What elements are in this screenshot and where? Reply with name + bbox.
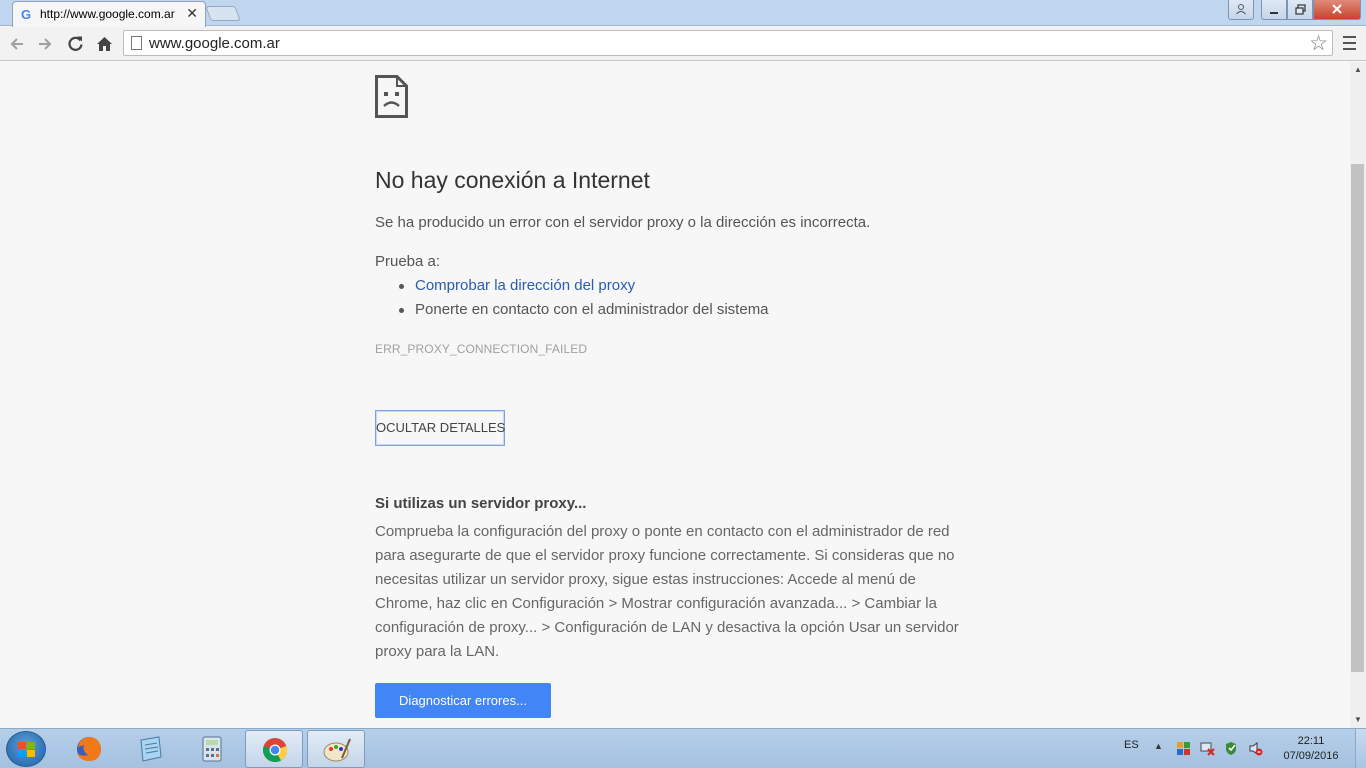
title-bar: G http://www.google.com.ar ✕ [0, 0, 1366, 27]
paint-icon [323, 738, 351, 762]
reload-button[interactable] [64, 33, 86, 55]
suggestions-list: Comprobar la dirección del proxy Ponerte… [375, 274, 769, 322]
chrome-icon [263, 738, 288, 762]
speaker-muted-icon[interactable] [1248, 741, 1263, 756]
url-text[interactable]: www.google.com.ar [149, 35, 280, 52]
address-bar[interactable]: www.google.com.ar ☆ [123, 30, 1333, 56]
user-icon [1236, 4, 1246, 15]
browser-tab[interactable]: G http://www.google.com.ar ✕ [12, 1, 206, 27]
user-profile-button[interactable] [1228, 0, 1254, 20]
try-label: Prueba a: [375, 253, 441, 270]
check-proxy-link[interactable]: Comprobar la dirección del proxy [415, 277, 635, 294]
details-heading: Si utilizas un servidor proxy... [375, 495, 587, 512]
reload-icon [67, 36, 83, 51]
close-window-button[interactable] [1313, 0, 1361, 20]
vertical-scrollbar[interactable]: ▲ ▼ [1350, 62, 1366, 728]
error-page: No hay conexión a Internet Se ha produci… [0, 62, 1350, 728]
minimize-icon [1270, 12, 1278, 14]
show-desktop-button[interactable] [1355, 729, 1366, 768]
sad-page-icon [375, 75, 408, 118]
diagnose-button[interactable]: Diagnosticar errores... [375, 683, 551, 718]
list-item: Ponerte en contacto con el administrador… [375, 298, 769, 322]
page-icon [131, 36, 142, 50]
details-text: Comprueba la configuración del proxy o p… [375, 523, 959, 660]
restore-button[interactable] [1287, 0, 1313, 20]
forward-button[interactable] [34, 33, 56, 55]
firefox-icon [77, 737, 101, 761]
network-error-icon[interactable] [1200, 741, 1215, 756]
notepad-icon [140, 736, 162, 762]
error-description: Se ha producido un error con el servidor… [375, 214, 871, 231]
arrow-right-icon [39, 38, 52, 50]
chrome-menu-icon[interactable] [1340, 32, 1358, 54]
clock-time: 22:11 [1297, 735, 1325, 747]
taskbar-chrome[interactable] [245, 730, 303, 768]
tab-title: http://www.google.com.ar [40, 7, 175, 21]
show-hidden-icons-icon[interactable]: ▲ [1154, 741, 1163, 751]
error-code: ERR_PROXY_CONNECTION_FAILED [375, 342, 588, 356]
taskbar-calculator[interactable] [183, 730, 241, 768]
scroll-up-icon[interactable]: ▲ [1350, 62, 1366, 78]
close-icon [1332, 4, 1342, 14]
new-tab-button[interactable] [205, 6, 241, 21]
clock[interactable]: 22:11 07/09/2016 [1276, 734, 1346, 764]
hide-details-button[interactable]: OCULTAR DETALLES [375, 410, 505, 446]
taskbar-firefox[interactable] [60, 730, 118, 768]
browser-toolbar: www.google.com.ar ☆ [0, 27, 1366, 61]
google-favicon-icon: G [21, 7, 32, 22]
back-button[interactable] [6, 33, 28, 55]
taskbar-paint[interactable] [307, 730, 365, 768]
taskbar-notepad[interactable] [121, 730, 179, 768]
calculator-icon [202, 736, 222, 762]
home-icon [96, 37, 112, 51]
tab-close-icon[interactable]: ✕ [186, 5, 198, 22]
restore-icon [1294, 4, 1306, 15]
app-tray-icon[interactable] [1176, 741, 1191, 756]
taskbar: ES ▲ 22:11 07/09/2016 [0, 728, 1366, 768]
page-title: No hay conexión a Internet [375, 167, 650, 193]
list-item: Comprobar la dirección del proxy [375, 274, 769, 298]
home-button[interactable] [93, 33, 115, 55]
windows-logo-icon [18, 742, 36, 758]
start-button[interactable] [6, 731, 46, 767]
clock-date: 07/09/2016 [1283, 750, 1339, 762]
minimize-button[interactable] [1261, 0, 1287, 20]
arrow-left-icon [10, 38, 23, 50]
security-shield-icon[interactable] [1224, 741, 1239, 756]
scroll-down-icon[interactable]: ▼ [1350, 712, 1366, 728]
bookmark-star-icon[interactable]: ☆ [1309, 31, 1328, 56]
scroll-thumb[interactable] [1351, 164, 1364, 672]
language-indicator[interactable]: ES [1124, 739, 1139, 751]
